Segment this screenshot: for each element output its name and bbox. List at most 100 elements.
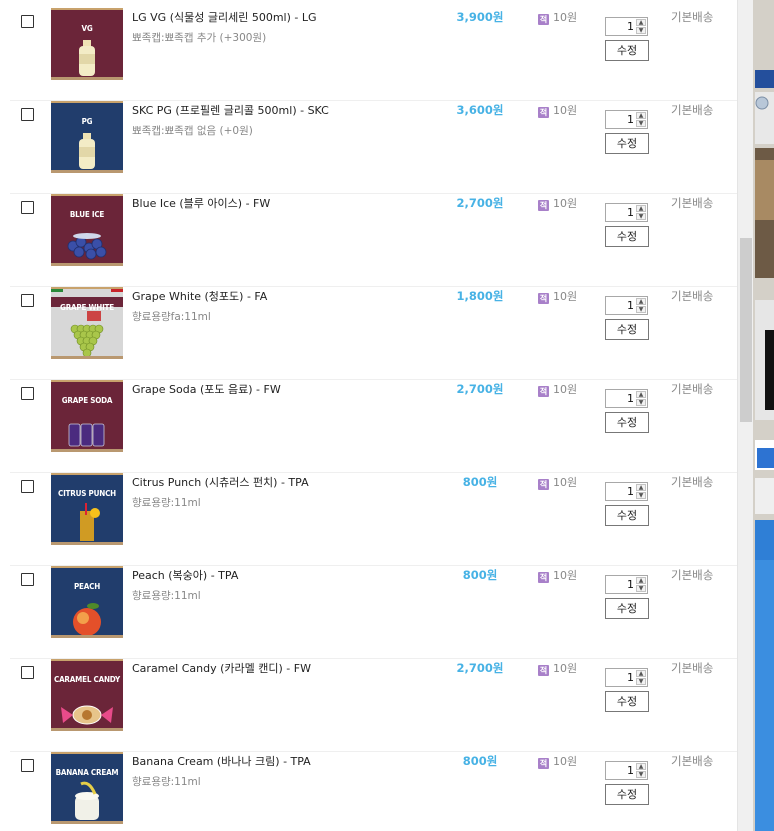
item-checkbox[interactable] (21, 294, 34, 307)
quantity-down-icon[interactable]: ▼ (636, 27, 646, 34)
points-value: 10원 (553, 104, 578, 117)
item-checkbox[interactable] (21, 759, 34, 772)
product-image (51, 754, 123, 821)
cart-item-row: VG LG VG (식물성 글리세린 500ml) - LG 뾰족캡:뾰족캡 추… (0, 8, 737, 101)
cart-item-row: CARAMEL CANDY Caramel Candy (카라멜 캔디) - F… (0, 659, 737, 752)
product-name-link[interactable]: Blue Ice (블루 아이스) - FW (132, 195, 270, 211)
product-thumbnail-label: PG (81, 117, 93, 126)
points-icon: 적 (538, 107, 549, 118)
quantity-value[interactable]: 1 (627, 671, 634, 684)
quantity-value[interactable]: 1 (627, 485, 634, 498)
quantity-value[interactable]: 1 (627, 578, 634, 591)
quantity-stepper[interactable]: 1 ▲ ▼ (605, 668, 648, 687)
points-value: 10원 (553, 569, 578, 582)
scrollbar-thumb[interactable] (740, 238, 752, 422)
item-checkbox[interactable] (21, 666, 34, 679)
item-checkbox[interactable] (21, 108, 34, 121)
quantity-value[interactable]: 1 (627, 206, 634, 219)
quantity-stepper[interactable]: 1 ▲ ▼ (605, 482, 648, 501)
quantity-down-icon[interactable]: ▼ (636, 771, 646, 778)
quantity-value[interactable]: 1 (627, 392, 634, 405)
shipping-type: 기본배송 (671, 196, 714, 210)
product-thumbnail-label: PEACH (73, 582, 101, 591)
edit-quantity-button[interactable]: 수정 (605, 412, 649, 433)
edit-quantity-button[interactable]: 수정 (605, 784, 649, 805)
quantity-value[interactable]: 1 (627, 20, 634, 33)
product-thumbnail[interactable]: BANANA CREAM (51, 752, 123, 824)
edit-quantity-button[interactable]: 수정 (605, 40, 649, 61)
product-name-link[interactable]: SKC PG (프로필렌 글리콜 500ml) - SKC (132, 102, 329, 118)
shipping-type: 기본배송 (671, 289, 714, 303)
quantity-stepper[interactable]: 1 ▲ ▼ (605, 203, 648, 222)
product-thumbnail[interactable]: PEACH (51, 566, 123, 638)
quantity-stepper[interactable]: 1 ▲ ▼ (605, 17, 648, 36)
product-image (51, 661, 123, 728)
item-checkbox[interactable] (21, 480, 34, 493)
product-thumbnail[interactable]: GRAPE WHITE (51, 287, 123, 359)
cart-item-list: VG LG VG (식물성 글리세린 500ml) - LG 뾰족캡:뾰족캡 추… (0, 0, 737, 831)
product-thumbnail[interactable]: CARAMEL CANDY (51, 659, 123, 731)
quantity-up-icon[interactable]: ▲ (636, 298, 646, 305)
product-name-link[interactable]: Banana Cream (바나나 크림) - TPA (132, 753, 311, 769)
edit-quantity-button[interactable]: 수정 (605, 598, 649, 619)
product-image (51, 382, 123, 449)
item-checkbox[interactable] (21, 387, 34, 400)
item-checkbox[interactable] (21, 573, 34, 586)
edit-quantity-button[interactable]: 수정 (605, 691, 649, 712)
quantity-down-icon[interactable]: ▼ (636, 120, 646, 127)
quantity-up-icon[interactable]: ▲ (636, 670, 646, 677)
edit-quantity-button[interactable]: 수정 (605, 133, 649, 154)
page-scrollbar[interactable] (737, 0, 754, 831)
quantity-up-icon[interactable]: ▲ (636, 391, 646, 398)
quantity-down-icon[interactable]: ▼ (636, 213, 646, 220)
product-thumbnail[interactable]: PG (51, 101, 123, 173)
edit-quantity-button[interactable]: 수정 (605, 505, 649, 526)
edit-quantity-button[interactable]: 수정 (605, 319, 649, 340)
quantity-up-icon[interactable]: ▲ (636, 763, 646, 770)
quantity-value[interactable]: 1 (627, 299, 634, 312)
product-name-link[interactable]: Peach (복숭아) - TPA (132, 567, 238, 583)
product-name-link[interactable]: Grape Soda (포도 음료) - FW (132, 381, 281, 397)
product-image (51, 196, 123, 263)
reward-points: 적 10원 (538, 753, 577, 769)
shipping-type: 기본배송 (671, 475, 714, 489)
points-icon: 적 (538, 386, 549, 397)
item-checkbox[interactable] (21, 15, 34, 28)
cart-item-row: BLUE ICE Blue Ice (블루 아이스) - FW 2,700원 적… (0, 194, 737, 287)
quantity-stepper[interactable]: 1 ▲ ▼ (605, 389, 648, 408)
reward-points: 적 10원 (538, 381, 577, 397)
quantity-down-icon[interactable]: ▼ (636, 678, 646, 685)
quantity-stepper[interactable]: 1 ▲ ▼ (605, 575, 648, 594)
product-thumbnail[interactable]: BLUE ICE (51, 194, 123, 266)
quantity-up-icon[interactable]: ▲ (636, 205, 646, 212)
product-thumbnail[interactable]: GRAPE SODA (51, 380, 123, 452)
quantity-stepper[interactable]: 1 ▲ ▼ (605, 761, 648, 780)
quantity-stepper[interactable]: 1 ▲ ▼ (605, 110, 648, 129)
product-name-link[interactable]: Grape White (청포도) - FA (132, 288, 267, 304)
shipping-type: 기본배송 (671, 103, 714, 117)
points-icon: 적 (538, 200, 549, 211)
item-checkbox[interactable] (21, 201, 34, 214)
quantity-down-icon[interactable]: ▼ (636, 399, 646, 406)
product-name-link[interactable]: Caramel Candy (카라멜 캔디) - FW (132, 660, 311, 676)
product-thumbnail[interactable]: VG (51, 8, 123, 80)
points-icon: 적 (538, 665, 549, 676)
product-name-link[interactable]: LG VG (식물성 글리세린 500ml) - LG (132, 9, 317, 25)
quantity-down-icon[interactable]: ▼ (636, 306, 646, 313)
background-desktop-strip (753, 0, 774, 831)
quantity-down-icon[interactable]: ▼ (636, 492, 646, 499)
quantity-value[interactable]: 1 (627, 764, 634, 777)
product-thumbnail-label: VG (81, 24, 93, 33)
quantity-up-icon[interactable]: ▲ (636, 577, 646, 584)
quantity-up-icon[interactable]: ▲ (636, 112, 646, 119)
quantity-up-icon[interactable]: ▲ (636, 19, 646, 26)
product-thumbnail[interactable]: CITRUS PUNCH (51, 473, 123, 545)
edit-quantity-button[interactable]: 수정 (605, 226, 649, 247)
quantity-stepper[interactable]: 1 ▲ ▼ (605, 296, 648, 315)
quantity-up-icon[interactable]: ▲ (636, 484, 646, 491)
product-name-link[interactable]: Citrus Punch (시츄러스 펀치) - TPA (132, 474, 309, 490)
quantity-down-icon[interactable]: ▼ (636, 585, 646, 592)
points-icon: 적 (538, 758, 549, 769)
quantity-value[interactable]: 1 (627, 113, 634, 126)
product-image (51, 568, 123, 635)
